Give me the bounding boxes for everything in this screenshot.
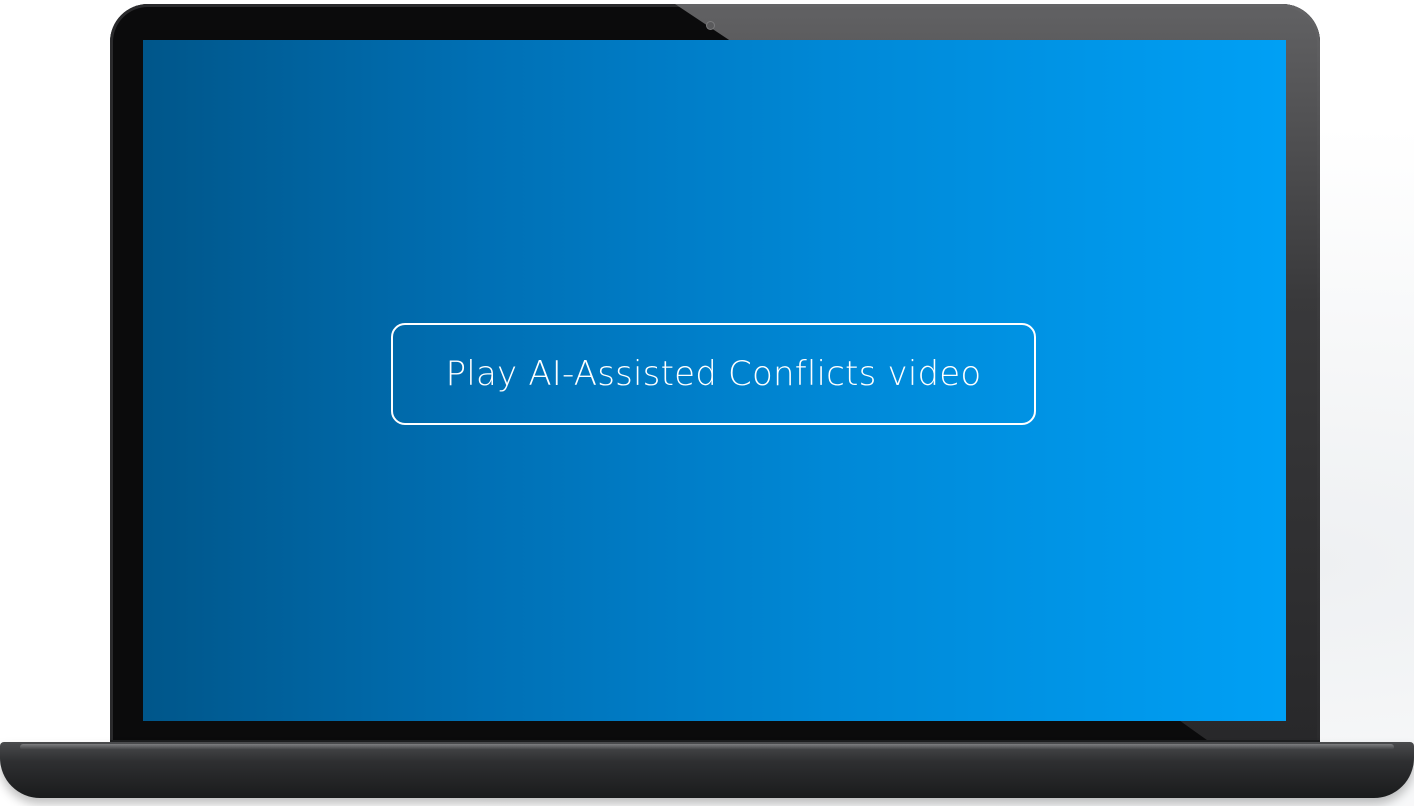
laptop-mockup: Play AI-Assisted Conflicts video	[0, 0, 1414, 806]
laptop-base	[0, 742, 1414, 798]
webcam-icon	[707, 22, 714, 29]
play-video-button[interactable]: Play AI-Assisted Conflicts video	[391, 323, 1036, 425]
base-highlight	[20, 744, 1394, 750]
video-screen[interactable]: Play AI-Assisted Conflicts video	[143, 40, 1286, 721]
